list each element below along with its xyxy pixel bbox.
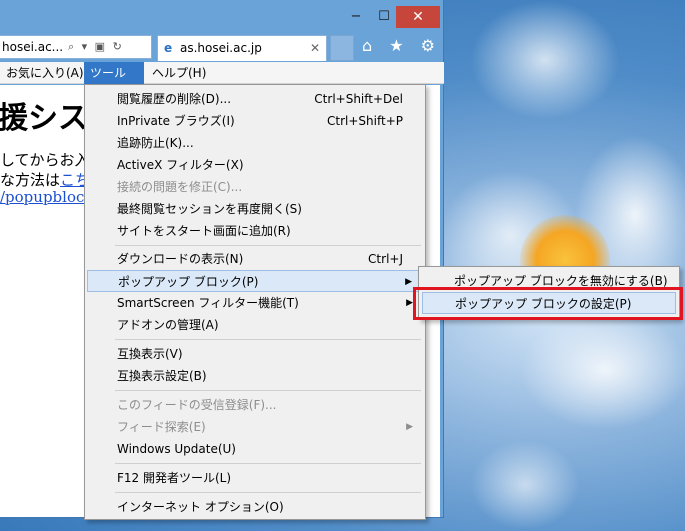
minimize-button[interactable]: − xyxy=(342,6,370,28)
menu-item-popup-blocker[interactable]: ポップアップ ブロック(P) ▶ xyxy=(87,270,423,292)
menu-separator xyxy=(115,463,421,464)
tab-close-icon[interactable]: ✕ xyxy=(310,36,320,60)
menu-item-activex-filter[interactable]: ActiveX フィルター(X) xyxy=(87,154,423,176)
menu-item-delete-history[interactable]: 閲覧履歴の削除(D)... Ctrl+Shift+Del xyxy=(87,88,423,110)
tools-menu: 閲覧履歴の削除(D)... Ctrl+Shift+Del InPrivate ブ… xyxy=(84,84,426,520)
shortcut: Ctrl+Shift+P xyxy=(327,114,403,128)
wallpaper-petal xyxy=(470,0,620,120)
menu-item-windows-update[interactable]: Windows Update(U) xyxy=(87,438,423,460)
menu-item-feed-discovery: フィード探索(E) ▶ xyxy=(87,416,423,438)
menu-item-tracking-protection[interactable]: 追跡防止(K)... xyxy=(87,132,423,154)
menu-bar: お気に入り(A) ツール(T) ヘルプ(H) xyxy=(0,62,444,102)
menu-item-f12-devtools[interactable]: F12 開発者ツール(L) xyxy=(87,467,423,489)
menu-separator xyxy=(115,339,421,340)
menu-item-reopen-session[interactable]: 最終閲覧セッションを再度開く(S) xyxy=(87,198,423,220)
address-text: hosei.ac... xyxy=(2,40,64,54)
submenu-arrow-icon: ▶ xyxy=(406,298,413,308)
menu-item-view-downloads[interactable]: ダウンロードの表示(N) Ctrl+J xyxy=(87,248,423,270)
submenu-arrow-icon: ▶ xyxy=(405,277,412,287)
close-button[interactable]: ✕ xyxy=(396,6,440,28)
menu-item-fix-connection: 接続の問題を修正(C)... xyxy=(117,180,243,194)
ie-icon: e xyxy=(164,41,173,55)
menu-separator xyxy=(115,245,421,246)
menu-item-internet-options[interactable]: インターネット オプション(O) xyxy=(87,496,423,518)
submenu-arrow-icon: ▶ xyxy=(406,422,413,432)
title-bar: − ☐ ✕ xyxy=(0,0,444,32)
menu-favorites[interactable]: お気に入り(A) xyxy=(0,62,90,84)
red-highlight-box xyxy=(413,287,683,320)
menu-item-add-to-start[interactable]: サイトをスタート画面に追加(R) xyxy=(87,220,423,242)
maximize-button[interactable]: ☐ xyxy=(370,6,398,28)
menu-separator xyxy=(115,390,421,391)
wallpaper-petal xyxy=(520,310,685,430)
home-favorites-settings-icons[interactable]: ⌂ ★ ⚙ xyxy=(362,36,441,55)
address-bar-icons[interactable]: ⌕ ▾ ▣ ↻ xyxy=(68,36,124,58)
menu-item-inprivate[interactable]: InPrivate ブラウズ(I) Ctrl+Shift+P xyxy=(87,110,423,132)
menu-tools[interactable]: ツール(T) xyxy=(84,62,144,102)
menu-item-compat-settings[interactable]: 互換表示設定(B) xyxy=(87,365,423,387)
menu-item-compat-view[interactable]: 互換表示(V) xyxy=(87,343,423,365)
menu-help[interactable]: ヘルプ(H) xyxy=(146,62,212,84)
tab-title: as.hosei.ac.jp xyxy=(179,41,262,55)
menu-item-smartscreen[interactable]: SmartScreen フィルター機能(T) ▶ xyxy=(87,292,423,314)
new-tab-button[interactable] xyxy=(330,35,354,61)
shortcut: Ctrl+Shift+Del xyxy=(314,92,403,106)
shortcut: Ctrl+J xyxy=(368,252,403,266)
page-text: してからお入 xyxy=(0,151,90,169)
menu-separator xyxy=(115,492,421,493)
menu-item-manage-addons[interactable]: アドオンの管理(A) xyxy=(87,314,423,336)
menu-item-subscribe-feed: このフィードの受信登録(F)... xyxy=(117,398,277,412)
wallpaper-petal xyxy=(470,440,580,530)
page-text-prefix: な方法は xyxy=(0,171,61,189)
browser-tab[interactable]: e as.hosei.ac.jp ✕ xyxy=(157,35,327,61)
address-bar[interactable]: hosei.ac... ⌕ ▾ ▣ ↻ xyxy=(0,35,152,59)
